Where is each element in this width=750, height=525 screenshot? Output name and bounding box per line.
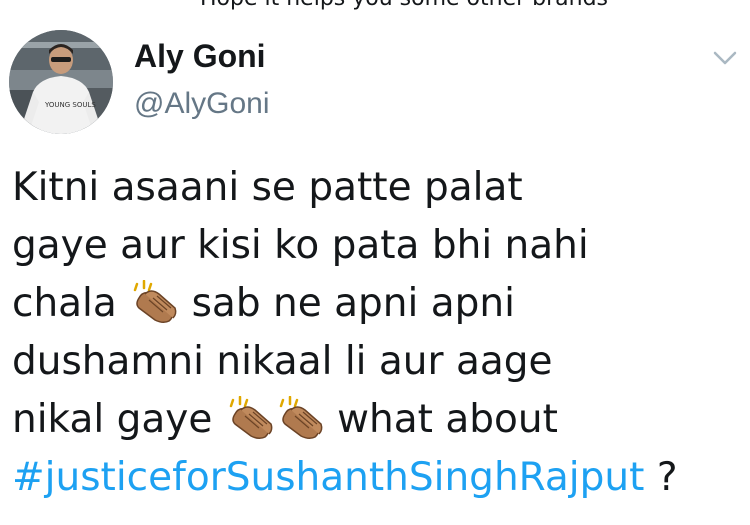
tweet-text-segment: dushamni nikaal li aur aage — [12, 339, 553, 384]
tweet-text-segment: what about — [337, 397, 558, 442]
tweet-line: #justiceforSushanthSinghRajput ? — [12, 449, 748, 507]
tweet-line: nikal gaye what about — [12, 391, 748, 449]
tweet-text: Kitni asaani se patte palat gaye aur kis… — [12, 159, 748, 507]
tweet-text-segment: gaye aur kisi ko pata bhi nahi — [12, 223, 589, 268]
tweet-line: dushamni nikaal li aur aage — [12, 333, 748, 391]
tweet-text-segment: Kitni asaani se patte palat — [12, 165, 523, 210]
tweet-line: chala sab ne apni apni — [12, 275, 748, 333]
avatar[interactable]: YOUNG SOULS — [9, 30, 113, 134]
user-handle[interactable]: @AlyGoni — [134, 87, 270, 121]
display-name[interactable]: Aly Goni — [134, 38, 266, 75]
tweet-text-segment: nikal gaye — [12, 397, 213, 442]
clapping-hands-icon — [229, 396, 273, 440]
tweet-text-segment: chala — [12, 281, 117, 326]
clapping-hands-icon — [133, 280, 177, 324]
chevron-down-icon[interactable] — [712, 48, 738, 68]
avatar-photo: YOUNG SOULS — [9, 30, 113, 134]
hashtag-link[interactable]: #justiceforSushanthSinghRajput — [12, 455, 644, 500]
tweet-text-segment: ? — [656, 455, 678, 500]
clapping-hands-icon — [279, 396, 323, 440]
avatar-shirt-text: YOUNG SOULS — [44, 101, 96, 109]
tweet-text-segment: sab ne apni apni — [191, 281, 515, 326]
tweet-line: Kitni asaani se patte palat — [12, 159, 748, 217]
previous-tweet-fragment: Hope it helps you some other brands — [200, 0, 608, 11]
tweet-line: gaye aur kisi ko pata bhi nahi — [12, 217, 748, 275]
